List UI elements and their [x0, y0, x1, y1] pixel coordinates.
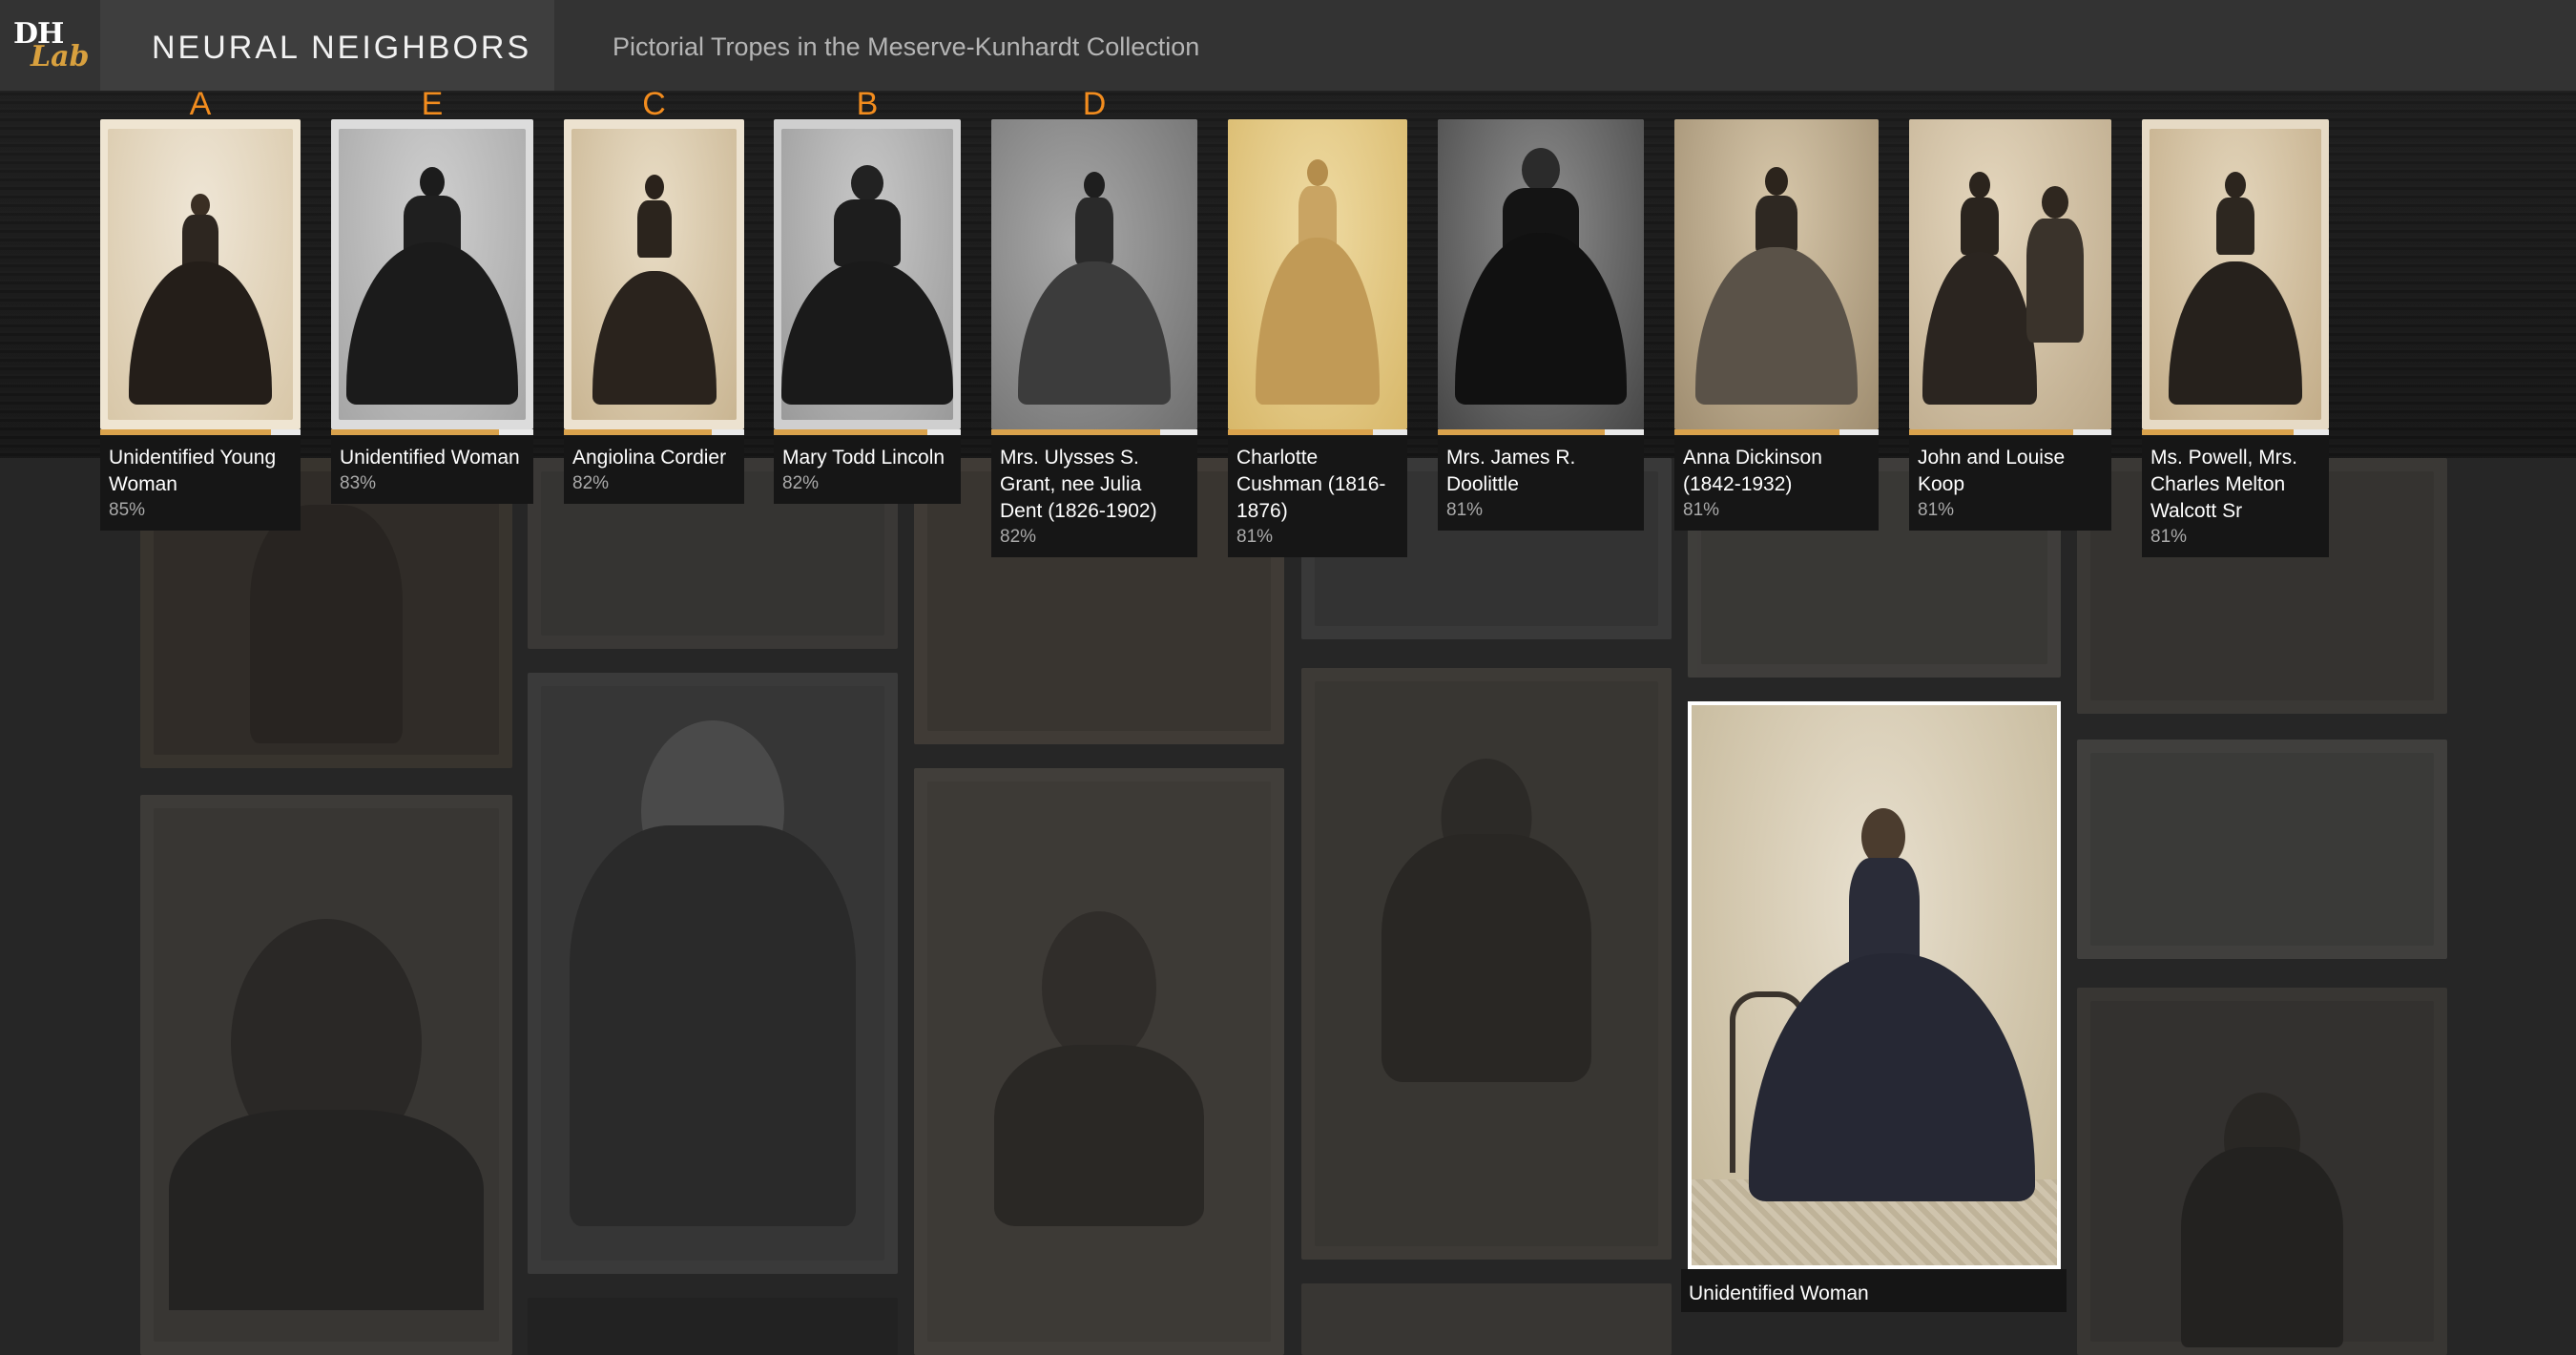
selected-photo-title: Unidentified Woman [1689, 1282, 1869, 1304]
neighbor-score: 82% [572, 473, 610, 493]
background-photo[interactable] [528, 673, 898, 1274]
neighbor-letter: E [421, 86, 444, 122]
background-photo[interactable] [1301, 1283, 1672, 1355]
neighbor-name: John and Louise Koop [1918, 447, 2066, 495]
neighbor-score: 81% [1918, 500, 1955, 520]
neighbor-name: Mrs. Ulysses S. Grant, nee Julia Dent (1… [1000, 447, 1157, 522]
neighbor-photo [100, 119, 301, 429]
neighbor-photo [1438, 119, 1644, 429]
neighbor-caption: Mrs. Ulysses S. Grant, nee Julia Dent (1… [991, 435, 1197, 557]
neighbor-photo [1909, 119, 2111, 429]
neighbor-caption: Charlotte Cushman (1816-1876) 81% [1228, 435, 1407, 557]
neighbor-name: Mrs. James R. Doolittle [1446, 447, 1576, 495]
page-subtitle: Pictorial Tropes in the Meserve-Kunhardt… [613, 32, 1200, 61]
top-header: DH Lab NEURAL NEIGHBORS Pictorial Tropes… [0, 0, 2576, 91]
neighbor-name: Anna Dickinson (1842-1932) [1683, 447, 1822, 495]
neighbor-photo [774, 119, 961, 429]
neighbor-score: 81% [2150, 527, 2188, 547]
neighbor-caption: Unidentified Young Woman 85% [100, 435, 301, 531]
background-photo[interactable] [1301, 668, 1672, 1260]
neighbor-score: 81% [1683, 500, 1720, 520]
neighbor-score: 81% [1446, 500, 1484, 520]
neighbor-name: Charlotte Cushman (1816-1876) [1236, 447, 1386, 522]
neighbor-photo [2142, 119, 2329, 429]
neighbor-name: Ms. Powell, Mrs. Charles Melton Walcott … [2150, 447, 2298, 522]
background-photo[interactable] [2077, 988, 2447, 1355]
neighbor-letter: A [189, 86, 212, 122]
neighbor-score: 83% [340, 473, 377, 493]
background-photo[interactable] [2077, 740, 2447, 959]
neighbor-caption: Mary Todd Lincoln 82% [774, 435, 961, 504]
neighbor-letter: D [1082, 86, 1107, 122]
neighbor-letter: C [642, 86, 666, 122]
neighbor-name: Unidentified Young Woman [109, 447, 277, 495]
neighbor-photo [331, 119, 533, 429]
neighbor-score: 82% [782, 473, 820, 493]
neighbor-caption: Angiolina Cordier 82% [564, 435, 744, 504]
logo-mark: DH Lab [13, 17, 90, 74]
app-title: NEURAL NEIGHBORS [152, 30, 532, 66]
background-photo[interactable] [140, 795, 512, 1355]
neighbor-name: Mary Todd Lincoln [782, 447, 945, 469]
background-photo[interactable] [914, 768, 1284, 1355]
dh-lab-logo[interactable]: DH Lab [0, 0, 100, 91]
app-title-box[interactable]: NEURAL NEIGHBORS [100, 0, 554, 91]
neighbor-caption: Ms. Powell, Mrs. Charles Melton Walcott … [2142, 435, 2329, 557]
neighbor-caption: Unidentified Woman 83% [331, 435, 533, 504]
neighbor-name: Unidentified Woman [340, 447, 520, 469]
background-photo[interactable] [528, 1298, 898, 1355]
selected-photo-caption: Unidentified Woman [1681, 1269, 2067, 1312]
neighbor-score: 85% [109, 500, 146, 520]
neighbor-name: Angiolina Cordier [572, 447, 727, 469]
neighbor-photo [1228, 119, 1407, 429]
neighbor-photo [991, 119, 1197, 429]
neighbor-letter: B [856, 86, 879, 122]
logo-secondary-text: Lab [31, 40, 90, 73]
neighbor-score: 81% [1236, 527, 1274, 547]
selected-photo-image [1692, 705, 2057, 1265]
neighbor-caption: John and Louise Koop 81% [1909, 435, 2111, 531]
neighbor-score: 82% [1000, 527, 1037, 547]
neighbor-photo [1674, 119, 1879, 429]
neighbor-caption: Anna Dickinson (1842-1932) 81% [1674, 435, 1879, 531]
selected-photo[interactable] [1688, 701, 2061, 1269]
neighbor-caption: Mrs. James R. Doolittle 81% [1438, 435, 1644, 531]
neighbor-photo [564, 119, 744, 429]
